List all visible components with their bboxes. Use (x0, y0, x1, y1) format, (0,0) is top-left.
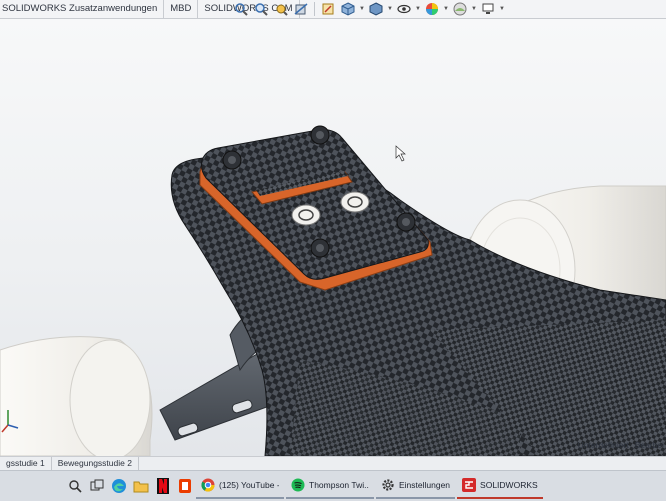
chevron-down-icon[interactable]: ▼ (443, 1, 449, 17)
taskbar-app-settings[interactable]: Einstellungen (376, 473, 456, 499)
previous-view-icon[interactable] (272, 1, 290, 17)
graphics-area[interactable] (0, 19, 666, 456)
edge-icon[interactable] (108, 475, 130, 497)
edit-mode: Bearbei (634, 440, 664, 450)
toolbar-separator (314, 2, 315, 16)
taskbar-app-label: (125) YouTube -... (219, 480, 279, 490)
white-bushing (340, 191, 370, 213)
windows-taskbar: (125) YouTube -... Thompson Twi... Einst… (0, 470, 666, 501)
hide-show-icon[interactable] (395, 1, 413, 17)
taskbar-app-label: SOLIDWORKS (480, 480, 538, 490)
taskbar-app-solidworks[interactable]: SOLIDWORKS (457, 473, 543, 499)
chevron-down-icon[interactable]: ▼ (415, 1, 421, 17)
tab-motion-study-1[interactable]: gsstudie 1 (0, 457, 52, 470)
chevron-down-icon[interactable]: ▼ (499, 1, 505, 17)
chrome-icon (201, 478, 215, 492)
tab-mbd[interactable]: MBD (164, 0, 199, 18)
zoom-to-fit-icon[interactable] (232, 1, 250, 17)
view-settings-icon[interactable] (479, 1, 497, 17)
netflix-icon[interactable] (152, 475, 174, 497)
tab-motion-study-2[interactable]: Bewegungsstudie 2 (52, 457, 139, 470)
sketch-state: Unterdefiniert (577, 440, 629, 450)
chevron-down-icon[interactable]: ▼ (471, 1, 477, 17)
bolt-head (310, 238, 330, 258)
study-tabs-bar: gsstudie 1 Bewegungsstudie 2 (0, 456, 666, 470)
search-icon[interactable] (64, 475, 86, 497)
view-orientation-icon[interactable] (339, 1, 357, 17)
left-wheel (0, 336, 153, 456)
settings-gear-icon (382, 479, 394, 491)
taskbar-app-label: Einstellungen (399, 480, 451, 490)
apply-scene-icon[interactable] (451, 1, 469, 17)
mouse-cursor-icon (395, 145, 406, 162)
cad-model-view (0, 125, 666, 456)
bolt-head (222, 150, 242, 170)
taskbar-app-chrome[interactable]: (125) YouTube -... (196, 473, 284, 499)
chevron-down-icon[interactable]: ▼ (387, 1, 393, 17)
tab-solidworks-addins[interactable]: SOLIDWORKS Zusatzanwendungen (0, 0, 165, 18)
bolt-head (310, 125, 330, 145)
taskbar-app-label: Thompson Twi... (309, 480, 369, 490)
office-icon[interactable] (174, 475, 196, 497)
white-bushing (291, 204, 321, 226)
task-view-icon[interactable] (86, 475, 108, 497)
spotify-icon (291, 478, 305, 492)
solidworks-icon (462, 478, 477, 492)
status-bar-right: Unterdefiniert Bearbei (578, 440, 664, 450)
chevron-down-icon[interactable]: ▼ (359, 1, 365, 17)
taskbar-app-spotify[interactable]: Thompson Twi... (286, 473, 374, 499)
edit-appearance-icon[interactable] (423, 1, 441, 17)
dynamic-annotation-icon[interactable] (319, 1, 337, 17)
file-explorer-icon[interactable] (130, 475, 152, 497)
display-style-icon[interactable] (367, 1, 385, 17)
bolt-head (396, 212, 416, 232)
heads-up-view-toolbar: ▼ ▼ ▼ ▼ ▼ ▼ (232, 0, 505, 18)
section-view-icon[interactable] (292, 1, 310, 17)
zoom-area-icon[interactable] (252, 1, 270, 17)
